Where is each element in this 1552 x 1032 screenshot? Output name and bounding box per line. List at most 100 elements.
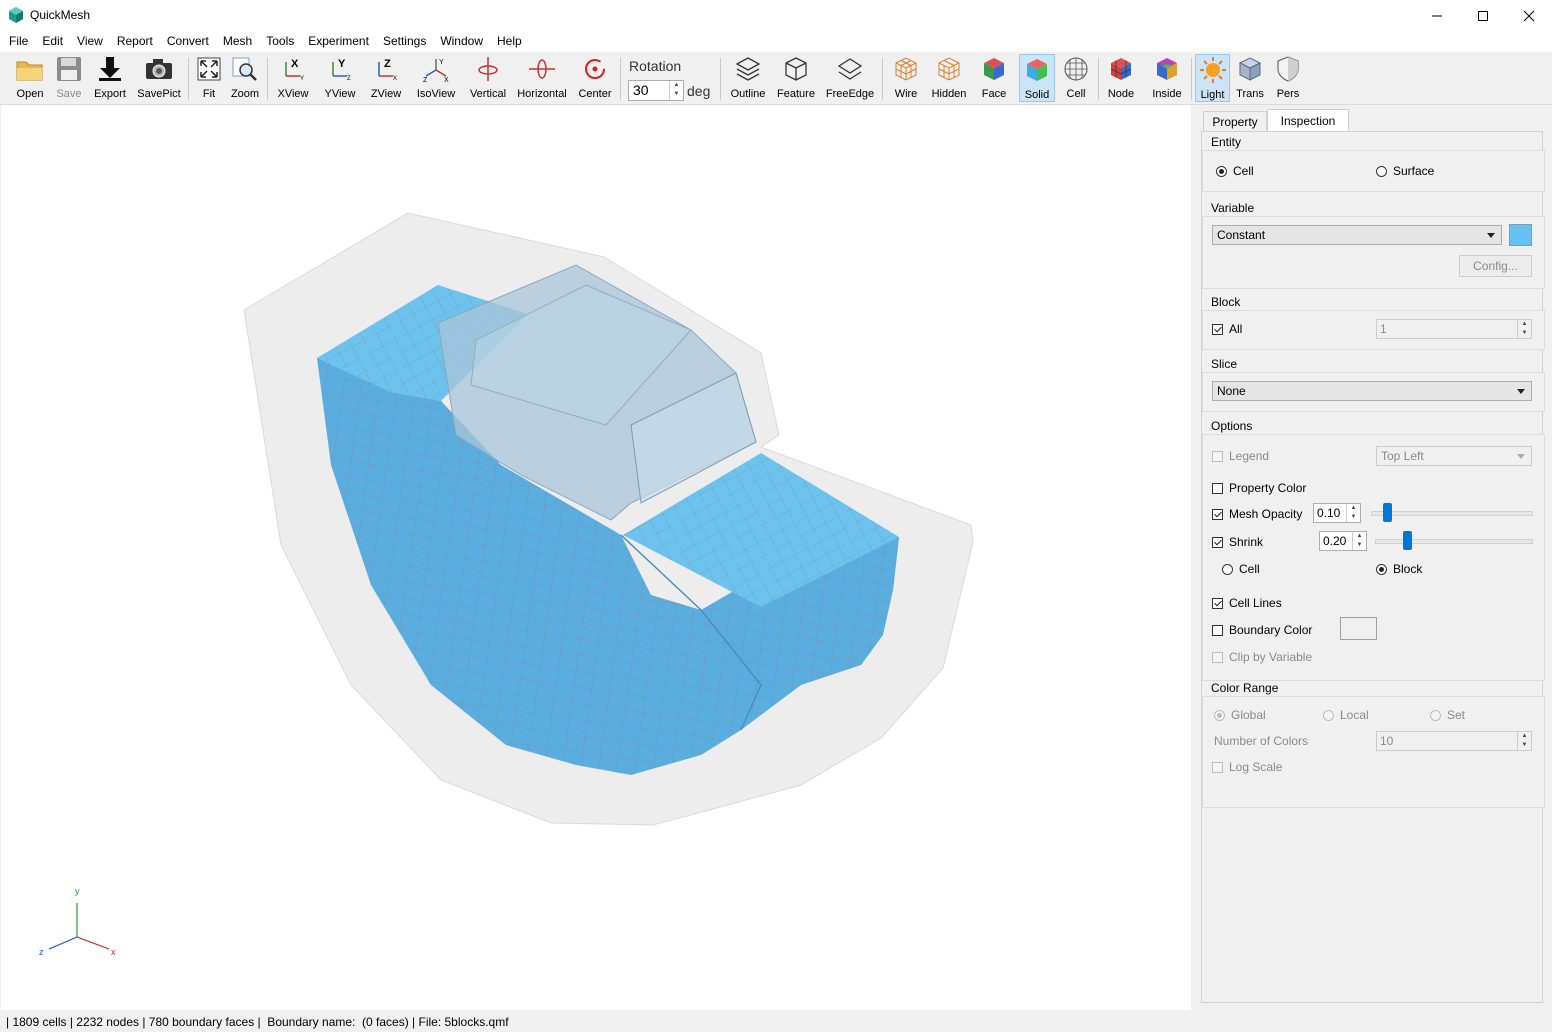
legend-checkbox[interactable]: Legend xyxy=(1212,449,1269,463)
yview-button[interactable]: YZ YView xyxy=(320,54,360,102)
isometric-view-icon: Y Z X xyxy=(423,59,449,82)
entity-surface-label: Surface xyxy=(1393,164,1435,178)
block-group: All 1 ▲ ▼ xyxy=(1202,310,1545,350)
rotation-spin-buttons[interactable]: ▲ ▼ xyxy=(669,81,683,100)
shrink-slider-thumb[interactable] xyxy=(1403,531,1412,550)
boundary-color-checkbox-box xyxy=(1212,624,1223,636)
menu-settings[interactable]: Settings xyxy=(376,31,433,52)
shrink-slider[interactable] xyxy=(1375,539,1533,544)
maximize-button[interactable] xyxy=(1460,0,1506,31)
menu-file[interactable]: File xyxy=(2,31,35,52)
clip-by-variable-checkbox[interactable]: Clip by Variable xyxy=(1212,650,1312,664)
range-local-radio[interactable]: Local xyxy=(1323,708,1369,722)
variable-color-swatch[interactable] xyxy=(1509,224,1532,246)
tab-content: Entity Cell Surface Variable Constant Co… xyxy=(1201,131,1545,1003)
shrink-block-radio[interactable]: Block xyxy=(1376,562,1422,576)
mesh-opacity-slider-thumb[interactable] xyxy=(1383,503,1392,522)
3d-viewport[interactable]: y x z xyxy=(1,105,1191,1010)
shrink-checkbox[interactable]: Shrink xyxy=(1212,535,1263,549)
open-button[interactable]: Open xyxy=(13,54,47,102)
shrink-input[interactable]: 0.20 ▲ ▼ xyxy=(1319,531,1367,551)
shrink-cell-radio[interactable]: Cell xyxy=(1222,562,1260,576)
menu-report[interactable]: Report xyxy=(110,31,160,52)
number-of-colors-spin-buttons[interactable]: ▲ ▼ xyxy=(1517,732,1531,750)
horizontal-rotate-button[interactable]: Horizontal xyxy=(516,54,568,102)
mesh-render[interactable] xyxy=(1,105,1191,1010)
isoview-button[interactable]: YZX IsoView xyxy=(413,54,459,102)
options-group: Legend Top Left Property Color Mesh Opac… xyxy=(1202,434,1545,681)
shrink-spin-buttons[interactable]: ▲ ▼ xyxy=(1352,532,1366,550)
range-global-radio-dot xyxy=(1214,709,1225,721)
entity-surface-radio[interactable]: Surface xyxy=(1376,164,1434,178)
range-set-radio[interactable]: Set xyxy=(1430,708,1465,722)
download-arrow-icon xyxy=(99,57,121,81)
block-spin-buttons[interactable]: ▲ ▼ xyxy=(1517,320,1531,338)
cell-lines-checkbox[interactable]: Cell Lines xyxy=(1212,596,1282,610)
menu-edit[interactable]: Edit xyxy=(35,31,70,52)
svg-text:Y: Y xyxy=(300,76,304,82)
rotation-angle-input[interactable]: 30 ▲ ▼ xyxy=(628,80,684,101)
range-global-radio[interactable]: Global xyxy=(1214,708,1266,722)
variable-select[interactable]: Constant xyxy=(1212,225,1502,245)
mesh-opacity-slider[interactable] xyxy=(1371,511,1533,516)
outline-button[interactable]: Outline xyxy=(729,54,767,102)
cell-button[interactable]: Cell xyxy=(1061,54,1091,102)
minimize-icon xyxy=(1432,15,1442,16)
menu-window[interactable]: Window xyxy=(433,31,490,52)
freeedge-button[interactable]: FreeEdge xyxy=(824,54,876,102)
entity-cell-radio[interactable]: Cell xyxy=(1216,164,1254,178)
x-axis-line xyxy=(76,936,110,950)
number-of-colors-input[interactable]: 10 ▲ ▼ xyxy=(1376,731,1532,751)
inside-button[interactable]: Inside xyxy=(1148,54,1186,102)
menu-mesh[interactable]: Mesh xyxy=(216,31,259,52)
variable-select-value: Constant xyxy=(1217,228,1266,242)
config-button[interactable]: Config... xyxy=(1459,255,1532,277)
minimize-button[interactable] xyxy=(1414,0,1460,31)
inspection-panel: Property Inspection Entity Cell Surface … xyxy=(1201,109,1545,1004)
property-color-checkbox[interactable]: Property Color xyxy=(1212,481,1306,495)
wireframe-cube-icon xyxy=(895,57,917,81)
mesh-opacity-input[interactable]: 0.10 ▲ ▼ xyxy=(1313,503,1361,523)
xview-button[interactable]: XY XView xyxy=(274,54,312,102)
zoom-button[interactable]: Zoom xyxy=(229,54,261,102)
savepict-button[interactable]: SavePict xyxy=(136,54,182,102)
vertical-rotate-button[interactable]: Vertical xyxy=(467,54,509,102)
node-button[interactable]: Node xyxy=(1104,54,1138,102)
mesh-opacity-spin-buttons[interactable]: ▲ ▼ xyxy=(1346,504,1360,522)
tab-inspection[interactable]: Inspection xyxy=(1267,109,1349,131)
menu-convert[interactable]: Convert xyxy=(160,31,216,52)
zview-button[interactable]: ZX ZView xyxy=(367,54,405,102)
menu-tools[interactable]: Tools xyxy=(259,31,301,52)
log-scale-checkbox[interactable]: Log Scale xyxy=(1212,760,1282,774)
window-title: QuickMesh xyxy=(30,8,91,22)
menu-help[interactable]: Help xyxy=(490,31,529,52)
entity-cell-radio-dot xyxy=(1216,165,1227,177)
legend-position-select[interactable]: Top Left xyxy=(1376,446,1532,466)
slice-select[interactable]: None xyxy=(1212,381,1532,401)
block-all-checkbox[interactable]: All xyxy=(1212,322,1242,336)
wire-button[interactable]: Wire xyxy=(889,54,923,102)
face-button[interactable]: Face xyxy=(977,54,1011,102)
trans-button[interactable]: Trans xyxy=(1235,54,1265,102)
tab-property[interactable]: Property xyxy=(1203,111,1267,131)
menu-view[interactable]: View xyxy=(70,31,110,52)
solid-button[interactable]: Solid xyxy=(1019,54,1055,102)
boundary-color-checkbox[interactable]: Boundary Color xyxy=(1212,623,1312,637)
perspective-shield-icon xyxy=(1277,56,1299,82)
fit-button[interactable]: Fit xyxy=(194,54,224,102)
close-button[interactable] xyxy=(1506,0,1552,31)
feature-button[interactable]: Feature xyxy=(775,54,817,102)
export-button[interactable]: Export xyxy=(91,54,129,102)
menu-experiment[interactable]: Experiment xyxy=(301,31,376,52)
light-button[interactable]: Light xyxy=(1195,54,1230,102)
chevron-down-icon xyxy=(1517,454,1525,459)
block-number-input[interactable]: 1 ▲ ▼ xyxy=(1376,319,1532,339)
pers-button[interactable]: Pers xyxy=(1274,54,1302,102)
free-edge-icon xyxy=(837,58,863,80)
center-rotate-button[interactable]: Center xyxy=(576,54,614,102)
app-logo-icon xyxy=(9,7,23,23)
save-button[interactable]: Save xyxy=(52,54,86,102)
mesh-opacity-checkbox[interactable]: Mesh Opacity xyxy=(1212,507,1302,521)
boundary-color-swatch[interactable] xyxy=(1340,617,1377,640)
hidden-button[interactable]: Hidden xyxy=(929,54,969,102)
